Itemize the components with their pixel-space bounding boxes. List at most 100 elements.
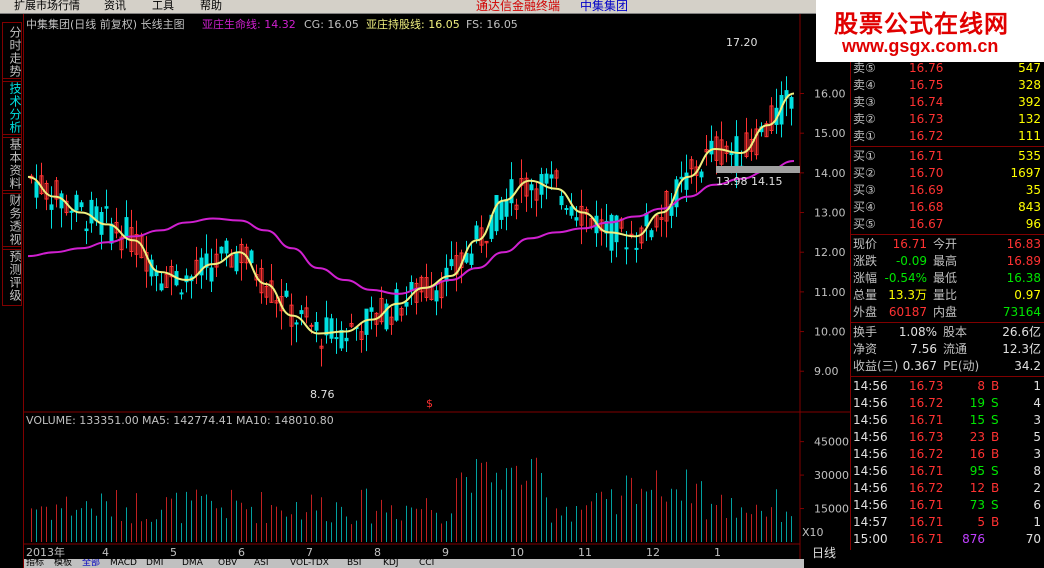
candle-body [299,310,304,315]
indicator-tab[interactable]: ASI [254,559,269,568]
watermark-url: www.gsgx.com.cn [842,36,999,56]
stat-value: 16.83 [1006,237,1041,251]
stat-row: 换手 1.08% 股本 26.6亿 [851,324,1044,341]
tick-price: 16.72 [909,447,944,461]
candle-body [564,208,569,211]
volume-tick-label: 15000 [814,503,849,516]
stat-value: 12.3亿 [1002,342,1041,356]
indicator-tab[interactable]: 指标 [26,559,44,568]
menu-tools[interactable]: 工具 [152,0,174,12]
tick-time: 14:56 [853,498,888,512]
stat-label: 股本 [943,325,968,339]
candle-body [224,240,229,254]
side-tab-finance[interactable]: 财务透视 [2,190,22,250]
bid-volume: 843 [1018,200,1041,214]
indicator-tab[interactable]: KDJ [383,559,399,568]
stat-label: 总量 [853,288,878,302]
bid-label: 买③ [853,183,876,197]
stat-value: 73164 [1002,305,1041,319]
side-tab-technical[interactable]: 技术分析 [2,78,22,138]
candle-body [309,324,314,327]
stat-label: 内盘 [933,305,958,319]
chart-title: 中集集团(日线 前复权) 长线主图 [26,17,185,31]
tick-row: 14:56 16.71 73 S 6 [851,497,1044,514]
indicator-tab[interactable]: 全部 [82,559,100,568]
stat-row: 现价 16.71 今开 16.83 [851,236,1044,253]
bid-label: 买① [853,149,876,163]
stat-value: 16.71 [892,237,927,251]
side-tab-forecast[interactable]: 预测评级 [2,246,22,306]
bid-label: 买⑤ [853,217,876,231]
tick-row: 14:56 16.72 12 B 2 [851,480,1044,497]
indicator-tab[interactable]: VOL-TDX [290,559,329,568]
candle-body [494,195,499,232]
tick-count: 4 [1033,396,1041,410]
ask-price: 16.73 [909,112,944,126]
tick-row: 14:57 16.71 5 B 1 [851,514,1044,531]
ma10-label: MA10: 148010.80 [236,414,334,427]
side-tab-profile[interactable]: 基本资料 [2,134,22,194]
kline-chart[interactable]: 中集集团(日线 前复权) 长线主图 亚庄生命线: 14.32 CG: 16.05… [24,14,850,559]
indicator-tab[interactable]: DMA [182,559,203,568]
stat-value: 60187 [888,305,927,319]
life-line-label: 亚庄生命线: 14.32 [202,17,296,31]
tick-time: 14:56 [853,447,888,461]
indicator-tab[interactable]: 模板 [54,559,72,568]
volume-unit: X10 [802,526,824,539]
tick-price: 16.73 [909,379,944,393]
candle-body [334,337,339,340]
indicator-tab[interactable]: DMI [146,559,163,568]
candle-body [234,253,239,272]
candle-body [574,217,579,221]
candle-body [404,302,409,307]
candle-body [409,281,414,291]
tick-volume: 16 [969,447,985,461]
candle-body [104,206,109,209]
candle-body [109,223,114,244]
x-axis-label: 2013年 [26,545,65,559]
menu-extended-market[interactable]: 扩展市场行情 [14,0,80,12]
tick-time: 14:56 [853,396,888,410]
ask-row: 卖④ 16.75 328 [851,77,1044,94]
ask-row: 卖① 16.72 111 [851,128,1044,145]
x-axis-label: 7 [306,546,313,559]
indicator-tab[interactable]: CCI [419,559,434,568]
period-label[interactable]: 日线 [812,544,836,561]
tick-row: 14:56 16.73 23 B 5 [851,429,1044,446]
candle-body [34,181,39,198]
candle-body [469,253,474,265]
candle-body [699,171,704,178]
tick-time: 14:56 [853,430,888,444]
candle-body [59,193,64,209]
candle-body [529,184,534,191]
stat-value: 0.97 [1014,288,1041,302]
ask-label: 卖⑤ [853,61,876,75]
stat-label: 现价 [853,237,878,251]
indicator-tab[interactable]: BSI [347,559,361,568]
tick-volume: 8 [977,379,985,393]
stat-label: PE(动) [943,359,980,373]
stat-label: 收益(三) [853,359,899,373]
tick-time: 14:56 [853,413,888,427]
candle-body [364,308,369,335]
x-axis-label: 5 [170,546,177,559]
candle-body [369,307,374,312]
ask-price: 16.72 [909,129,944,143]
indicator-tab[interactable]: OBV [218,559,237,568]
side-tab-intraday[interactable]: 分时走势 [2,22,22,82]
ask-row: 卖③ 16.74 392 [851,94,1044,111]
menu-help[interactable]: 帮助 [200,0,222,12]
indicator-tab[interactable]: MACD [110,559,137,568]
support-box [716,166,800,173]
menu-news[interactable]: 资讯 [104,0,126,12]
price-tick-label: 15.00 [814,127,846,140]
candle-body [74,194,79,211]
tick-time: 14:57 [853,515,888,529]
quote-divider [851,234,1044,235]
bid-label: 买④ [853,200,876,214]
tick-row: 14:56 16.72 16 B 3 [851,446,1044,463]
bid-price: 16.71 [909,149,944,163]
tick-price: 16.73 [909,430,944,444]
indicator-tab-bar: 指标 模板 全部 MACD DMI DMA OBV ASI VOL-TDX BSI KDJ CCI [24,559,804,568]
tick-row: 14:56 16.71 95 S 8 [851,463,1044,480]
